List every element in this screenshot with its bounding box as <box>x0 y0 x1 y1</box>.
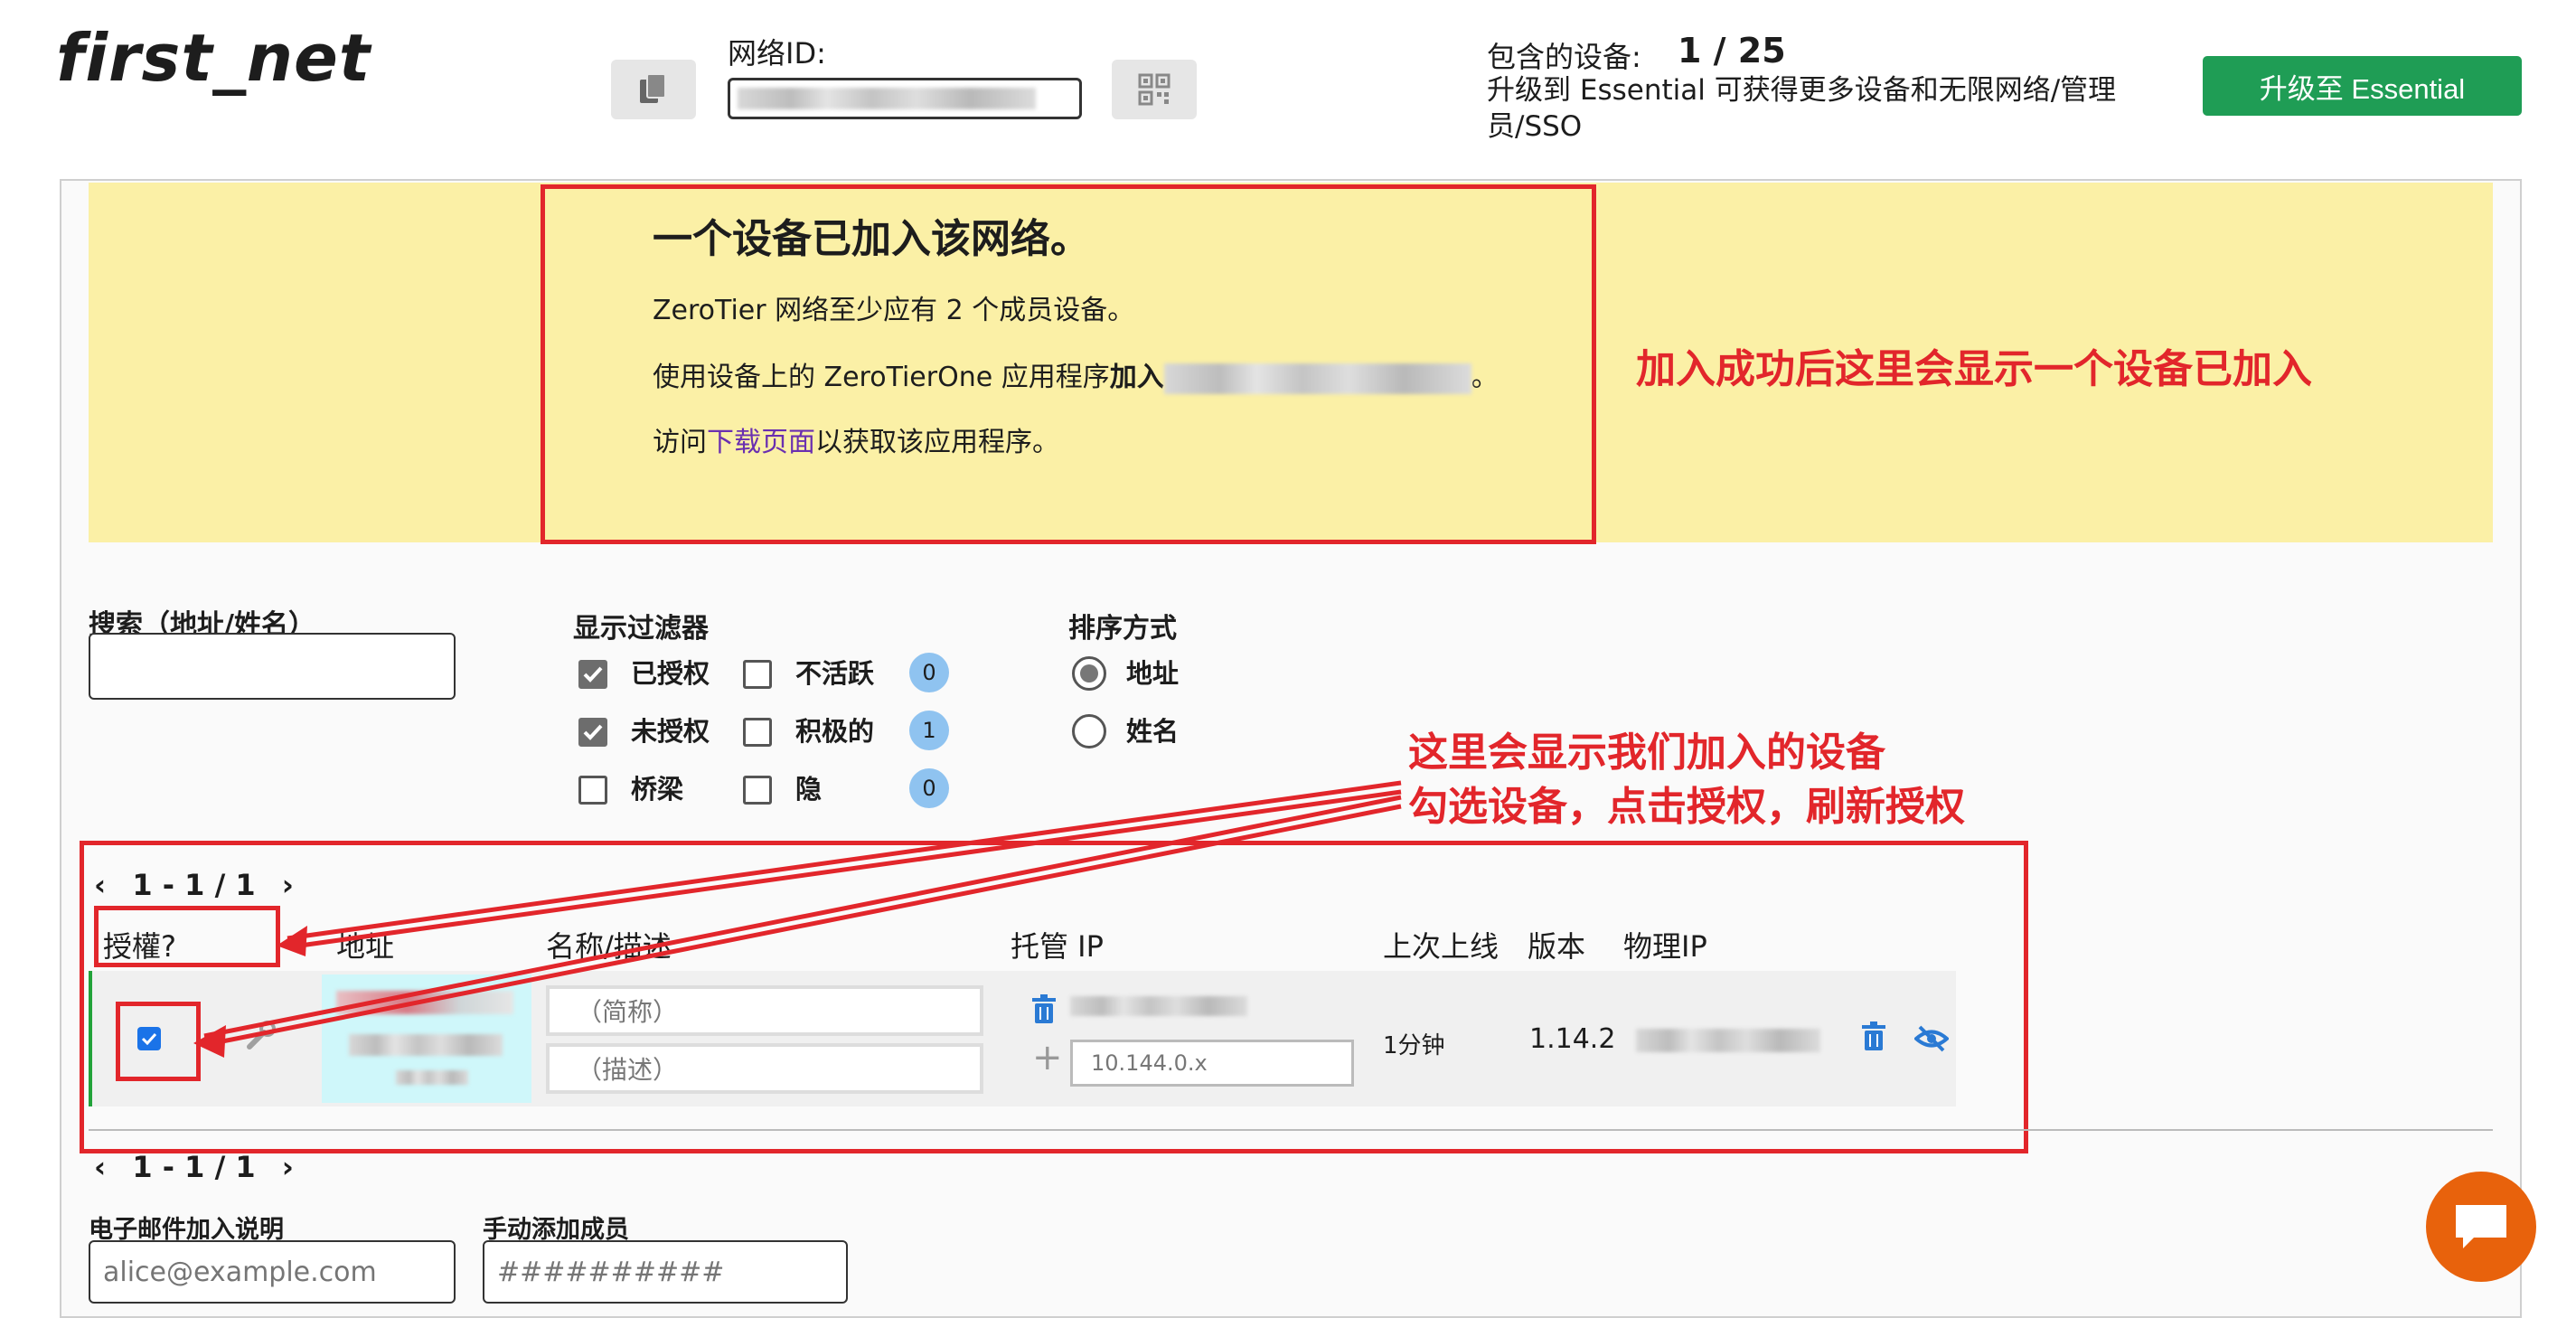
pager-prev-icon[interactable]: ‹ <box>94 1150 106 1184</box>
annotation-arrows <box>193 780 1402 1058</box>
chat-icon <box>2456 1205 2506 1248</box>
chat-button[interactable] <box>2426 1172 2536 1282</box>
table-divider <box>89 1129 2493 1131</box>
email-join-input[interactable] <box>89 1240 456 1304</box>
pager-next-icon[interactable]: › <box>282 1150 294 1184</box>
pager-bottom: ‹ 1 - 1 / 1 › <box>94 1150 294 1184</box>
manual-add-input[interactable] <box>483 1240 848 1304</box>
pager-bottom-text: 1 - 1 / 1 <box>132 1150 256 1184</box>
